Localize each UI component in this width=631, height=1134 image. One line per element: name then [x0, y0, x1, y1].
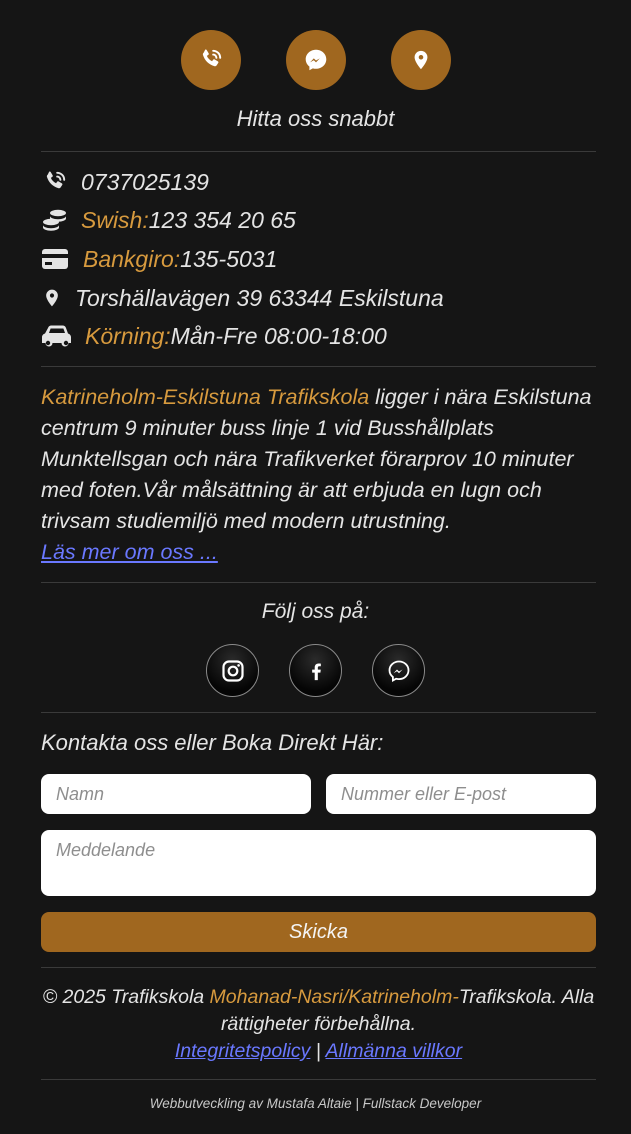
message-textarea[interactable] [41, 830, 596, 896]
messenger-social-button[interactable] [372, 644, 425, 697]
about-text: Katrineholm-Eskilstuna Trafikskola ligge… [41, 382, 596, 568]
copyright-prefix: © 2025 Trafikskola [42, 986, 210, 1008]
driving-label: Körning: [85, 322, 171, 349]
bankgiro-row: Bankgiro: 135-5031 [41, 245, 277, 273]
phone-row[interactable]: 0737025139 [41, 168, 209, 196]
copyright-school-name: Mohanad-Nasri/Katrineholm- [209, 986, 459, 1008]
quick-links-row [0, 30, 631, 90]
messenger-icon [388, 660, 409, 682]
phone-number: 0737025139 [81, 168, 209, 195]
swish-label: Swish: [81, 206, 149, 233]
map-button[interactable] [390, 30, 451, 90]
copyright-text: © 2025 Trafikskola Mohanad-Nasri/Katrine… [41, 984, 596, 1065]
read-more-link[interactable]: Läs mer om oss ... [41, 537, 596, 568]
address-row[interactable]: Torshällavägen 39 63344 Eskilstuna [41, 284, 444, 312]
send-button[interactable]: Skicka [41, 912, 596, 952]
developer-credit: Webbutveckling av Mustafa Altaie | Fulls… [149, 1096, 482, 1111]
messenger-button[interactable] [285, 30, 346, 90]
school-name: Katrineholm-Eskilstuna Trafikskola [41, 385, 370, 409]
quick-links-title: Hitta oss snabbt [236, 106, 395, 131]
instagram-button[interactable] [206, 644, 259, 697]
bankgiro-number: 135-5031 [180, 245, 278, 272]
link-separator: | [310, 1040, 326, 1062]
divider [41, 1079, 596, 1080]
call-button[interactable] [180, 30, 241, 90]
divider [41, 967, 596, 968]
coins-icon [41, 206, 69, 234]
swish-row: Swish: 123 354 20 65 [41, 206, 296, 234]
phone-icon [41, 168, 69, 196]
credit-card-icon [41, 245, 69, 273]
phone-icon [202, 49, 221, 67]
privacy-policy-link[interactable]: Integritetspolicy [175, 1040, 310, 1062]
instagram-icon [221, 659, 244, 682]
social-links-row [0, 644, 631, 697]
divider [41, 582, 596, 583]
swish-number: 123 354 20 65 [148, 206, 296, 233]
location-pin-icon [414, 50, 427, 70]
divider [41, 712, 596, 713]
messenger-icon [305, 49, 326, 71]
location-pin-icon [41, 284, 63, 312]
footer-section: Hitta oss snabbt 0737025139 Swish: 123 3… [0, 0, 631, 1134]
bankgiro-label: Bankgiro: [83, 245, 181, 272]
car-icon [41, 322, 73, 350]
driving-hours: Mån-Fre 08:00-18:00 [170, 322, 387, 349]
address-text: Torshällavägen 39 63344 Eskilstuna [75, 284, 444, 311]
contact-input[interactable] [326, 774, 596, 814]
name-input[interactable] [41, 774, 311, 814]
facebook-button[interactable] [289, 644, 342, 697]
divider [41, 366, 596, 367]
follow-title: Följ oss på: [261, 600, 370, 623]
driving-hours-row: Körning: Mån-Fre 08:00-18:00 [41, 322, 387, 350]
terms-link[interactable]: Allmänna villkor [326, 1040, 463, 1062]
contact-title: Kontakta oss eller Boka Direkt Här: [41, 730, 384, 755]
facebook-icon [311, 662, 321, 680]
divider [41, 151, 596, 152]
